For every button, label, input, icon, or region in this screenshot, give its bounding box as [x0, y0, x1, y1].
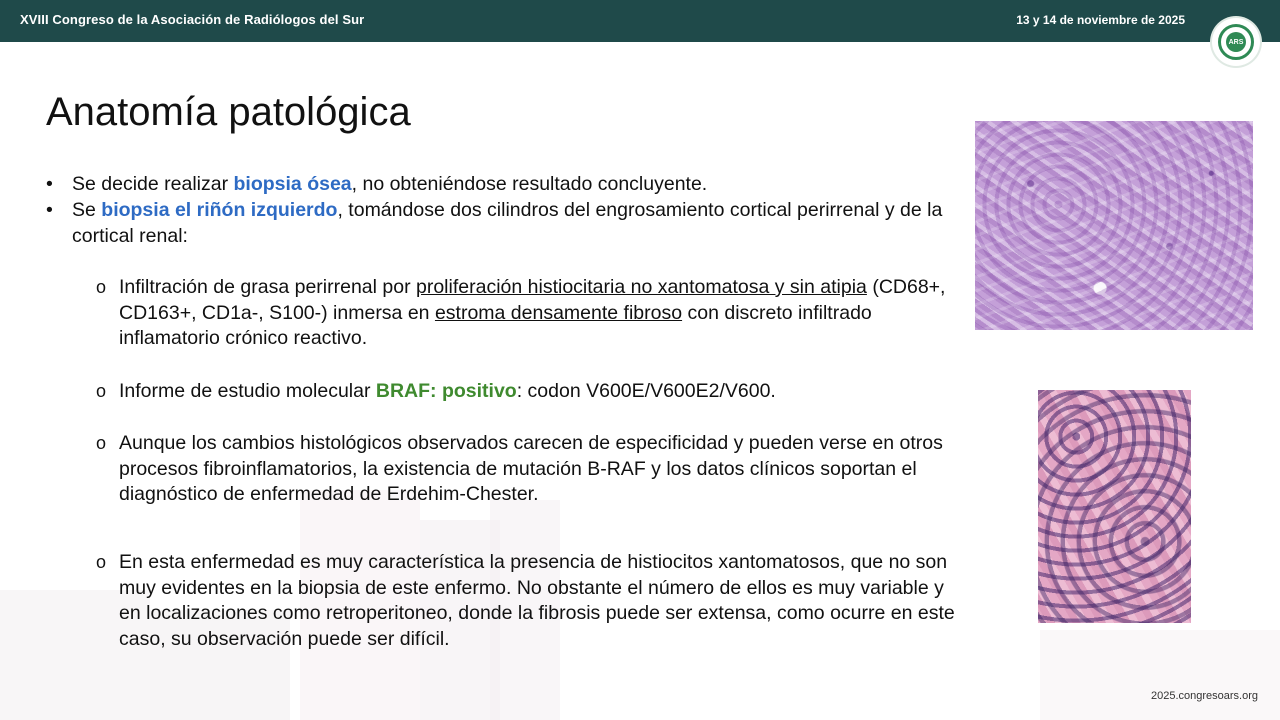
footer-url: 2025.congresoars.org [1150, 690, 1258, 702]
bullet-text: , no obteniéndose resultado concluyente. [351, 173, 708, 195]
subbullet-item: o Infiltración de grasa perirrenal por p… [96, 275, 964, 352]
slide-title: Anatomía patológica [46, 90, 411, 134]
congress-title: XVIII Congreso de la Asociación de Radió… [20, 12, 365, 27]
underlined-text: estroma densamente fibroso [434, 301, 683, 324]
header-bar: XVIII Congreso de la Asociación de Radió… [0, 0, 1280, 42]
subbullet-text: En esta enfermedad es muy característica… [119, 551, 955, 650]
bullet-marker: • [46, 199, 53, 221]
subbullet-text: Aunque los cambios histológicos observad… [119, 432, 943, 505]
background-shape [1040, 630, 1280, 720]
subbullet-item: o Informe de estudio molecular BRAF: pos… [96, 379, 964, 405]
subbullet-marker: o [96, 381, 107, 401]
subbullet-item: o Aunque los cambios histológicos observ… [96, 431, 964, 508]
logo-ring: ARS [1218, 24, 1254, 60]
logo-text: ARS [1226, 32, 1246, 52]
bullet-text: Se [72, 199, 102, 221]
bullet-text: Se decide realizar [72, 173, 234, 195]
histology-image-pink [1038, 390, 1191, 623]
subbullet-marker: o [96, 433, 107, 453]
histology-image-purple [975, 121, 1253, 330]
bullet-highlight: biopsia el riñón izquierdo [101, 199, 338, 221]
subbullet-text: : codon V600E/V600E2/V600. [516, 380, 776, 402]
bullet-item: • Se biopsia el riñón izquierdo, tomándo… [46, 198, 972, 249]
subbullet-marker: o [96, 552, 107, 572]
subbullet-text: Informe de estudio molecular [119, 380, 376, 402]
bullet-marker: • [46, 173, 53, 195]
bullet-highlight: biopsia ósea [233, 173, 352, 195]
underlined-text: proliferación histiocitaria no xantomato… [416, 276, 867, 298]
subbullet-text: Infiltración de grasa perirrenal por [119, 276, 416, 298]
subbullet-item: o En esta enfermedad es muy característi… [96, 550, 964, 652]
histology-texture [975, 121, 1253, 330]
histology-texture [1038, 390, 1191, 623]
bullet-item: • Se decide realizar biopsia ósea, no ob… [46, 172, 972, 198]
braf-highlight: BRAF: positivo [375, 380, 517, 402]
congress-date: 13 y 14 de noviembre de 2025 [1016, 13, 1185, 27]
subbullet-marker: o [96, 277, 107, 297]
congress-logo: ARS [1212, 18, 1260, 66]
